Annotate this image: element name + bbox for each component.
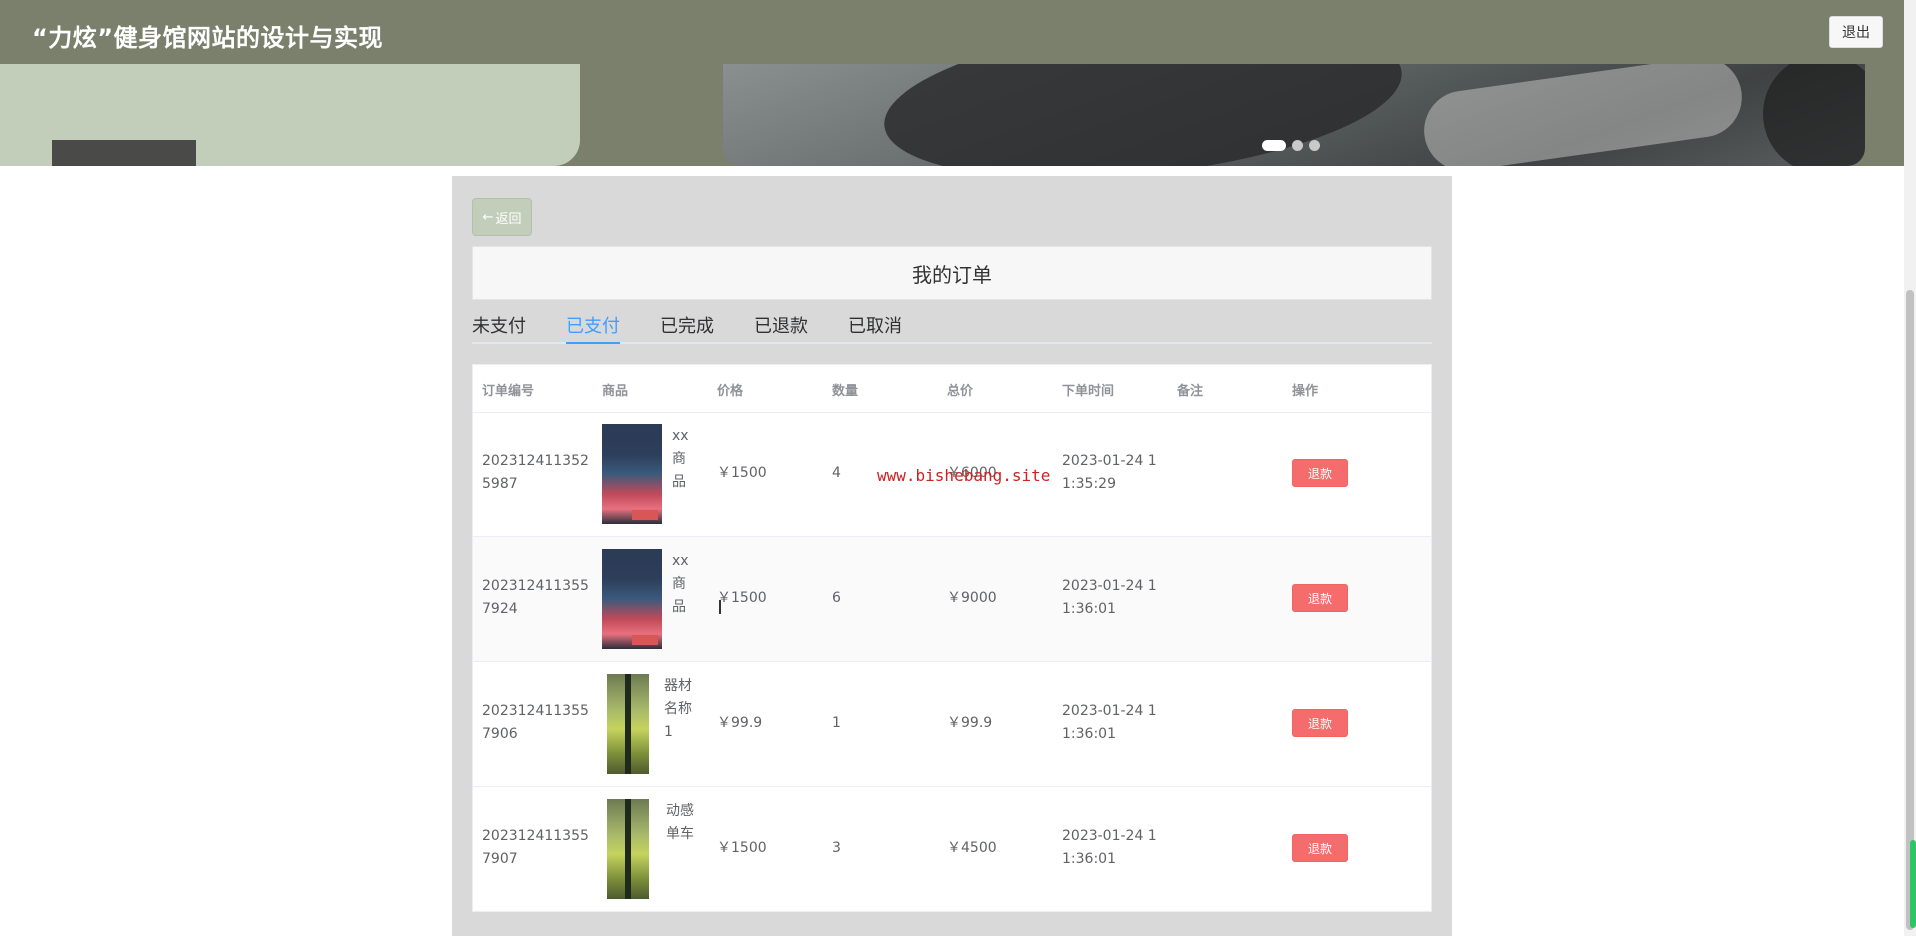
page-scrollbar[interactable] — [1904, 0, 1916, 936]
tab-paid[interactable]: 已支付 — [566, 312, 620, 344]
banner-photo-shape — [876, 64, 1410, 166]
logout-button[interactable]: 退出 — [1829, 16, 1883, 48]
quantity: 4 — [832, 465, 841, 481]
quantity: 1 — [832, 715, 841, 731]
total-price: ￥9000 — [947, 590, 997, 606]
order-number: 202312411355 7924 — [482, 578, 589, 617]
product-name: 动感 单车 — [666, 803, 694, 842]
table-row: 202312411355 7924 xx 商 品 ￥1500 6 ￥9000 2… — [473, 537, 1431, 662]
total-price: ￥4500 — [947, 840, 997, 856]
column-header-order-no: 订单编号 — [482, 384, 535, 399]
price: ￥99.9 — [717, 715, 763, 731]
page-title-bar: 我的订单 — [472, 246, 1432, 300]
product-image[interactable] — [607, 674, 649, 774]
quantity: 3 — [832, 840, 841, 856]
site-header: “力炫”健身馆网站的设计与实现 退出 — [0, 0, 1904, 64]
column-header-note: 备注 — [1177, 384, 1204, 399]
tab-refunded[interactable]: 已退款 — [754, 312, 808, 342]
order-time: 2023-01-24 1 1:36:01 — [1062, 703, 1157, 742]
scroll-indicator — [1910, 840, 1916, 928]
arrow-left-icon: ← — [482, 209, 494, 225]
banner-photo-shape — [1763, 64, 1865, 166]
order-number: 202312411355 7906 — [482, 703, 589, 742]
order-status-tabs: 未支付 已支付 已完成 已退款 已取消 — [472, 304, 1432, 344]
carousel-dot-3[interactable] — [1309, 140, 1320, 151]
carousel-dot-1[interactable] — [1262, 140, 1286, 151]
product-image[interactable] — [602, 549, 662, 649]
order-time: 2023-01-24 1 1:36:01 — [1062, 828, 1157, 867]
product-image[interactable] — [607, 799, 649, 899]
table-header: 订单编号 商品 价格 数量 总价 下单时间 备注 操作 — [473, 365, 1431, 413]
column-header-order-time: 下单时间 — [1062, 384, 1115, 399]
refund-button[interactable]: 退款 — [1292, 834, 1348, 862]
column-header-quantity: 数量 — [832, 384, 859, 399]
order-number: 202312411352 5987 — [482, 453, 589, 492]
orders-table: 订单编号 商品 价格 数量 总价 下单时间 备注 操作 202312411352… — [472, 364, 1432, 912]
watermark-text: www.bishebang.site — [877, 466, 1051, 485]
site-title: “力炫”健身馆网站的设计与实现 — [32, 24, 384, 52]
price: ￥1500 — [717, 465, 767, 481]
quantity: 6 — [832, 590, 841, 606]
column-header-product: 商品 — [602, 384, 629, 399]
total-price: ￥99.9 — [947, 715, 993, 731]
scrollbar-thumb[interactable] — [1906, 290, 1914, 930]
order-number: 202312411355 7907 — [482, 828, 589, 867]
product-name: 器材 名称 1 — [664, 678, 692, 740]
back-button-label: 返回 — [495, 211, 522, 227]
tab-cancelled[interactable]: 已取消 — [848, 312, 902, 342]
refund-button[interactable]: 退款 — [1292, 709, 1348, 737]
text-cursor-icon — [719, 600, 721, 614]
banner-photo-shape — [1418, 64, 1748, 166]
banner-carousel — [0, 64, 1904, 166]
banner-dark-block — [52, 140, 196, 166]
orders-container: ← 返回 我的订单 未支付 已支付 已完成 已退款 已取消 订单编号 商品 价格… — [452, 176, 1452, 936]
carousel-dot-2[interactable] — [1292, 140, 1303, 151]
refund-button[interactable]: 退款 — [1292, 459, 1348, 487]
carousel-dots — [1262, 140, 1320, 151]
column-header-price: 价格 — [717, 384, 744, 399]
page-title: 我的订单 — [912, 262, 992, 287]
price: ￥1500 — [717, 840, 767, 856]
product-name: xx 商 品 — [672, 553, 689, 615]
refund-button[interactable]: 退款 — [1292, 584, 1348, 612]
price: ￥1500 — [717, 590, 767, 606]
order-time: 2023-01-24 1 1:35:29 — [1062, 453, 1157, 492]
back-button[interactable]: ← 返回 — [472, 198, 532, 236]
tab-completed[interactable]: 已完成 — [660, 312, 714, 342]
column-header-total: 总价 — [947, 384, 974, 399]
tab-unpaid[interactable]: 未支付 — [472, 312, 526, 342]
column-header-action: 操作 — [1292, 384, 1319, 399]
product-name: xx 商 品 — [672, 428, 689, 490]
table-row: 202312411355 7907 动感 单车 ￥1500 3 ￥4500 20… — [473, 787, 1431, 911]
order-time: 2023-01-24 1 1:36:01 — [1062, 578, 1157, 617]
table-row: 202312411355 7906 器材 名称 1 ￥99.9 1 ￥99.9 … — [473, 662, 1431, 787]
product-image[interactable] — [602, 424, 662, 524]
